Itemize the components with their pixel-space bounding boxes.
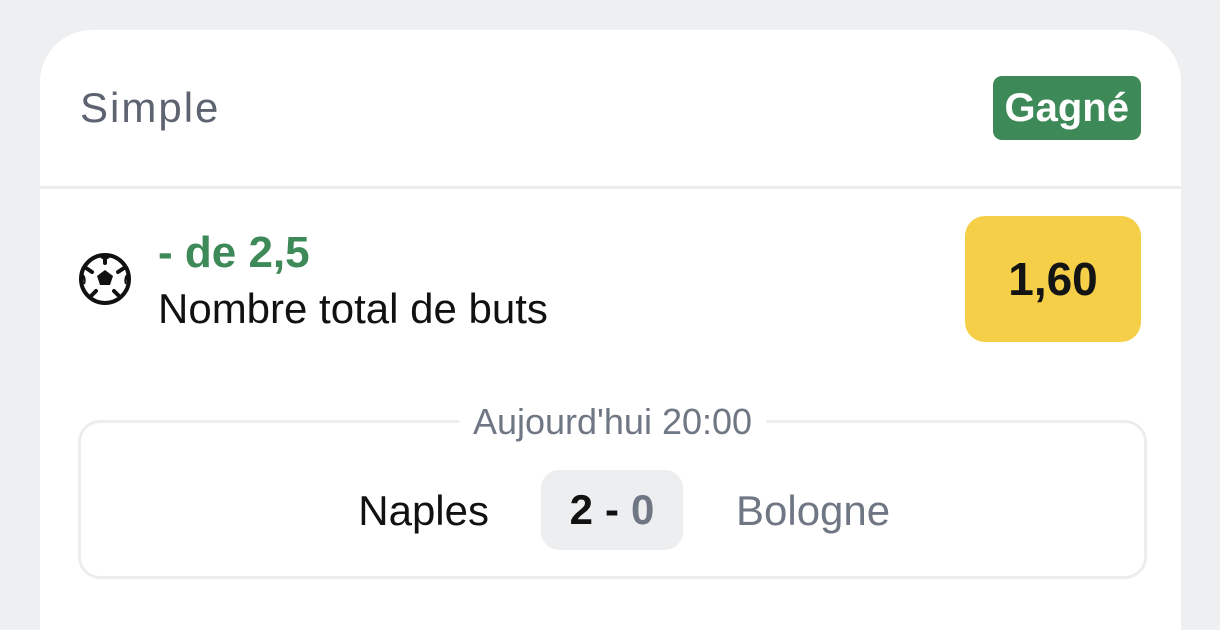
match-box: Aujourd'hui 20:00 Naples 2 - 0 Bologne xyxy=(78,401,1147,579)
bet-type-label: Simple xyxy=(80,84,221,131)
market-name: Nombre total de buts xyxy=(158,285,548,332)
odds-button[interactable]: 1,60 xyxy=(965,216,1141,342)
bet-card-header: Simple Gagné xyxy=(40,30,1181,189)
home-team: Naples xyxy=(358,487,489,534)
score-separator: - xyxy=(605,486,619,533)
soccer-ball-icon xyxy=(79,253,131,305)
away-team: Bologne xyxy=(736,487,891,534)
selection-pick: - de 2,5 xyxy=(158,228,310,277)
match-time: Aujourd'hui 20:00 xyxy=(458,401,767,443)
score-pill: 2 - 0 xyxy=(541,470,683,550)
score-home: 2 xyxy=(569,486,593,533)
score-away: 0 xyxy=(631,486,655,533)
bet-card: Simple Gagné - de 2,5 Nombre total de bu… xyxy=(40,30,1181,630)
status-badge: Gagné xyxy=(992,76,1141,140)
